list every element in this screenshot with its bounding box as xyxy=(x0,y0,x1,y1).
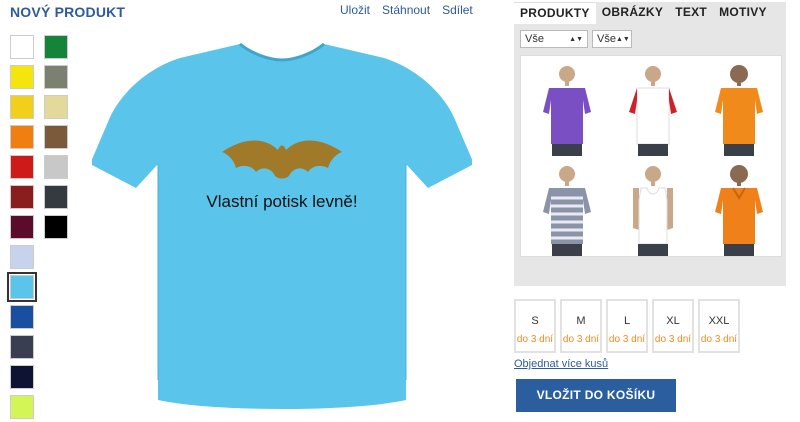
size-availability: do 3 dní xyxy=(516,334,554,345)
product-white-red-raglan[interactable] xyxy=(613,60,693,158)
size-label: S xyxy=(531,315,539,327)
size-label: L xyxy=(623,315,631,327)
products-panel: Vše ▲▼ Vše ▲▼ xyxy=(514,24,786,286)
product-white-tank-top[interactable] xyxy=(613,160,693,258)
share-link[interactable]: Sdílet xyxy=(442,3,473,17)
color-swatch[interactable] xyxy=(10,365,34,389)
type-filter[interactable]: Vše ▲▼ xyxy=(592,30,632,48)
color-swatch[interactable] xyxy=(10,35,34,59)
tab-images[interactable]: OBRÁZKY xyxy=(596,2,669,24)
product-orange-polo[interactable] xyxy=(699,160,779,258)
editor-tabs: PRODUKTY OBRÁZKY TEXT MOTIVY xyxy=(514,2,786,24)
color-swatch[interactable] xyxy=(10,245,34,269)
top-links: Uložit Stáhnout Sdílet xyxy=(340,3,473,17)
tshirt-graphic xyxy=(92,42,472,409)
color-swatch[interactable] xyxy=(44,215,68,239)
type-filter-value: Vše xyxy=(597,33,616,45)
color-swatch[interactable] xyxy=(10,185,34,209)
tab-text[interactable]: TEXT xyxy=(669,2,713,24)
color-swatch[interactable] xyxy=(10,65,34,89)
size-option-xxl[interactable]: XXL do 3 dní xyxy=(698,299,740,353)
color-swatch[interactable] xyxy=(44,185,68,209)
updown-arrow-icon: ▲▼ xyxy=(615,35,630,43)
color-swatch[interactable] xyxy=(10,95,34,119)
product-purple-tshirt[interactable] xyxy=(527,60,607,158)
order-more-link[interactable]: Objednat více kusů xyxy=(514,358,608,370)
size-selector: S do 3 dní M do 3 dní L do 3 dní XL do 3… xyxy=(514,299,744,355)
size-option-m[interactable]: M do 3 dní xyxy=(560,299,602,353)
color-swatch[interactable] xyxy=(10,305,34,329)
print-text[interactable]: Vlastní potisk levně! xyxy=(92,192,472,212)
add-to-cart-button[interactable]: VLOŽIT DO KOŠÍKU xyxy=(516,379,676,412)
color-swatch[interactable] xyxy=(10,155,34,179)
updown-arrow-icon: ▲▼ xyxy=(569,35,583,43)
color-swatch[interactable] xyxy=(10,125,34,149)
color-swatch[interactable] xyxy=(44,95,68,119)
size-label: XL xyxy=(666,315,680,327)
tab-motifs[interactable]: MOTIVY xyxy=(713,2,773,24)
color-swatch[interactable] xyxy=(44,65,68,89)
product-orange-tshirt[interactable] xyxy=(699,60,779,158)
size-option-s[interactable]: S do 3 dní xyxy=(514,299,556,353)
download-link[interactable]: Stáhnout xyxy=(382,3,430,17)
color-swatch[interactable] xyxy=(44,125,68,149)
size-label: XXL xyxy=(708,315,730,327)
page-title: NOVÝ PRODUKT xyxy=(10,4,126,20)
category-filter[interactable]: Vše ▲▼ xyxy=(520,30,588,48)
product-striped-tshirt[interactable] xyxy=(527,160,607,258)
size-label: M xyxy=(576,315,586,327)
color-swatch[interactable] xyxy=(44,35,68,59)
color-swatch[interactable] xyxy=(44,155,68,179)
color-swatch-selected[interactable] xyxy=(7,272,37,302)
size-availability: do 3 dní xyxy=(654,334,692,345)
size-option-xl[interactable]: XL do 3 dní xyxy=(652,299,694,353)
tab-products[interactable]: PRODUKTY xyxy=(514,2,596,24)
size-option-l[interactable]: L do 3 dní xyxy=(606,299,648,353)
size-availability: do 3 dní xyxy=(608,334,646,345)
tshirt-preview[interactable]: Vlastní potisk levně! xyxy=(92,40,472,415)
save-link[interactable]: Uložit xyxy=(340,3,370,17)
size-availability: do 3 dní xyxy=(562,334,600,345)
size-availability: do 3 dní xyxy=(700,334,738,345)
color-swatch[interactable] xyxy=(10,395,34,419)
product-grid xyxy=(520,55,782,257)
color-swatch[interactable] xyxy=(10,215,34,239)
category-filter-value: Vše xyxy=(525,33,544,45)
color-swatch[interactable] xyxy=(10,335,34,359)
